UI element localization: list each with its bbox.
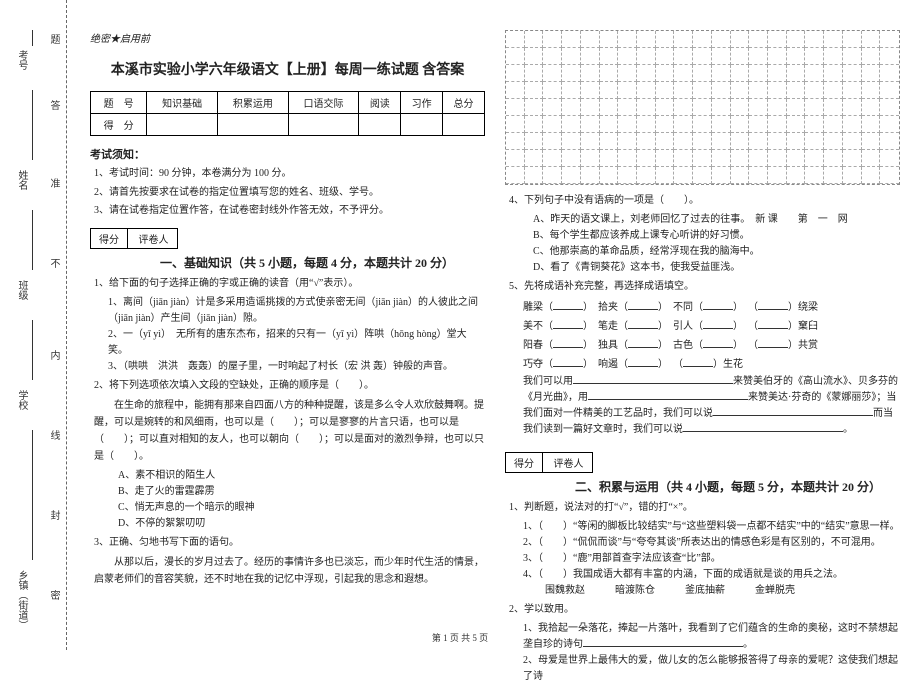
q1-sub: 1、离间（jiān jiàn）计是多采用造谣挑拨的方式使亲密无间（jiān ji… [108,295,485,327]
page-footer: 第 1 页 共 5 页 [0,631,920,644]
q2-opt-b: B、走了火的雷霆霹雳 [118,484,485,500]
seal-char: 答 [46,100,61,122]
empty-cell[interactable] [288,114,359,136]
q1: 1、给下面的句子选择正确的字或正确的读音（用“√”表示）。 [94,276,485,292]
dash-line [66,0,67,650]
q21-d: 4、（ ）我国成语大都有丰富的内涵，下面的成语就是谈的用兵之法。 [523,567,900,583]
col-cell: 习作 [401,92,443,114]
notice-item: 2、请首先按要求在试卷的指定位置填写您的姓名、班级、学号。 [94,185,485,201]
q4-opt-c: C、他那崇高的革命品质，经常浮现在我的脑海中。 [533,244,900,260]
notice-header: 考试须知： [90,146,485,162]
q5-passage: 我们可以用来赞美伯牙的《高山流水》、贝多芬的《月光曲》，用来赞美达·芬奇的《蒙娜… [523,374,900,438]
seal-char: 题 [46,34,61,56]
notice-list: 1、考试时间：90 分钟，本卷满分为 100 分。 2、请首先按要求在试卷的指定… [90,166,485,219]
field-class: 班级 [14,280,29,300]
q4-opt-d: D、看了《青铜葵花》这本书，使我受益匪浅。 [533,260,900,276]
scorebox-score: 得分 [91,229,128,248]
q21-a: 1、（ ）“等闲的脚板比较结实”与“这些塑料袋一点都不结实”中的“结实”意思一样… [523,519,900,535]
q1-sub: 3、（哄哄 洪洪 轰轰）的屋子里，一时响起了村长（宏 洪 轰）钟般的声音。 [108,359,485,375]
empty-cell[interactable] [217,114,288,136]
page-body: 绝密★启用前 本溪市实验小学六年级语文【上册】每周一练试题 含答案 题 号 知识… [90,30,900,630]
q4-opt-b: B、每个学生都应该养成上课专心听讲的好习惯。 [533,228,900,244]
scorebox-marker: 评卷人 [131,229,177,248]
col-cell: 口语交际 [288,92,359,114]
part1-title: 一、基础知识（共 5 小题，每题 4 分，本题共计 20 分） [90,254,485,271]
underline [32,30,33,46]
q2-1: 1、判断题，说法对的打“√”，错的打“×”。 [509,500,900,516]
q3-passage: 从那以后，漫长的岁月过去了。经历的事情许多也已淡忘，而少年时代生活的情景，启蒙老… [94,554,485,588]
scorebox-score: 得分 [506,453,543,472]
q4-opt-a: A、昨天的语文课上，刘老师回忆了过去的往事。 新 课 第 一 网 [533,212,900,228]
scorebox: 得分 评卷人 [505,452,593,473]
q2-passage: 在生命的旅程中，能拥有那来自四面八方的种种提醒，该是多么令人欢欣鼓舞啊。提醒，可… [94,397,485,465]
writing-grid[interactable] [505,30,900,185]
scorebox: 得分 评卷人 [90,228,178,249]
secret-mark: 绝密★启用前 [90,30,485,45]
table-row: 得 分 [91,114,485,136]
notice-item: 3、请在试卷指定位置作答，在试卷密封线外作答无效，不予评分。 [94,203,485,219]
q21-b: 2、（ ）“侃侃而谈”与“夸夸其谈”所表达出的情感色彩是有区别的，不可混用。 [523,535,900,551]
seal-char: 准 [46,178,61,200]
field-town: 乡镇（街道） [14,570,29,630]
empty-cell[interactable] [401,114,443,136]
field-name: 姓名 [14,170,29,190]
q3: 3、正确、匀地书写下面的语句。 [94,535,485,551]
seal-char: 密 [46,590,61,612]
empty-cell[interactable] [359,114,401,136]
score-table: 题 号 知识基础 积累运用 口语交际 阅读 习作 总分 得 分 [90,91,485,136]
seal-char: 封 [46,510,61,532]
seal-char: 线 [46,430,61,452]
q2-opt-d: D、不停的絮絮叨叨 [118,516,485,532]
col-cell: 知识基础 [147,92,218,114]
hdr-cell: 题 号 [91,92,147,114]
underline [32,90,33,160]
empty-cell[interactable] [443,114,485,136]
q21-c: 3、（ ）“鹿”用部首查字法应该查“比”部。 [523,551,900,567]
q5-fill-rows: 雕梁（） 拾夹（） 不同（） （）绕梁 美不（） 笔走（） 引人（） （）窠臼 … [505,298,900,374]
q2: 2、将下列选项依次填入文段的空缺处，正确的顺序是（ ）。 [94,378,485,394]
q5: 5、先将成语补充完整，再选择成语填空。 [509,279,900,295]
left-column: 绝密★启用前 本溪市实验小学六年级语文【上册】每周一练试题 含答案 题 号 知识… [90,30,485,630]
binding-margin: 题 答 准 不 内 线 封 密 考号 姓名 班级 学校 乡镇（街道） [0,0,86,650]
paper-title: 本溪市实验小学六年级语文【上册】每周一练试题 含答案 [90,59,485,79]
table-row: 题 号 知识基础 积累运用 口语交际 阅读 习作 总分 [91,92,485,114]
scorebox-marker: 评卷人 [546,453,592,472]
q21-e: 围魏救赵 暗渡陈仓 釜底抽薪 金蝉脱壳 [545,583,900,599]
col-cell: 积累运用 [217,92,288,114]
field-school: 学校 [14,390,29,410]
notice-item: 1、考试时间：90 分钟，本卷满分为 100 分。 [94,166,485,182]
q1-sub: 2、一（yī yì） 无所有的唐东杰布，招来的只有一（yī yì）阵哄（hōng… [108,327,485,359]
part2-title: 二、积累与运用（共 4 小题，每题 5 分，本题共计 20 分） [505,478,900,495]
underline [32,430,33,560]
col-cell: 总分 [443,92,485,114]
empty-cell[interactable] [147,114,218,136]
seal-char: 内 [46,350,61,372]
underline [32,320,33,380]
right-column: 4、下列句子中没有语病的一项是（ ）。 A、昨天的语文课上，刘老师回忆了过去的往… [505,30,900,630]
row-cell: 得 分 [91,114,147,136]
q2-2: 2、学以致用。 [509,602,900,618]
underline [32,210,33,270]
field-examno: 考号 [14,50,29,70]
q4: 4、下列句子中没有语病的一项是（ ）。 [509,193,900,209]
seal-char: 不 [46,258,61,280]
col-cell: 阅读 [359,92,401,114]
q22-b: 2、母爱是世界上最伟大的爱，做儿女的怎么能够报答得了母亲的爱呢？这使我们想起了诗 [523,653,900,685]
q2-opt-a: A、素不相识的陌生人 [118,468,485,484]
q2-opt-c: C、悄无声息的一个暗示的眼神 [118,500,485,516]
